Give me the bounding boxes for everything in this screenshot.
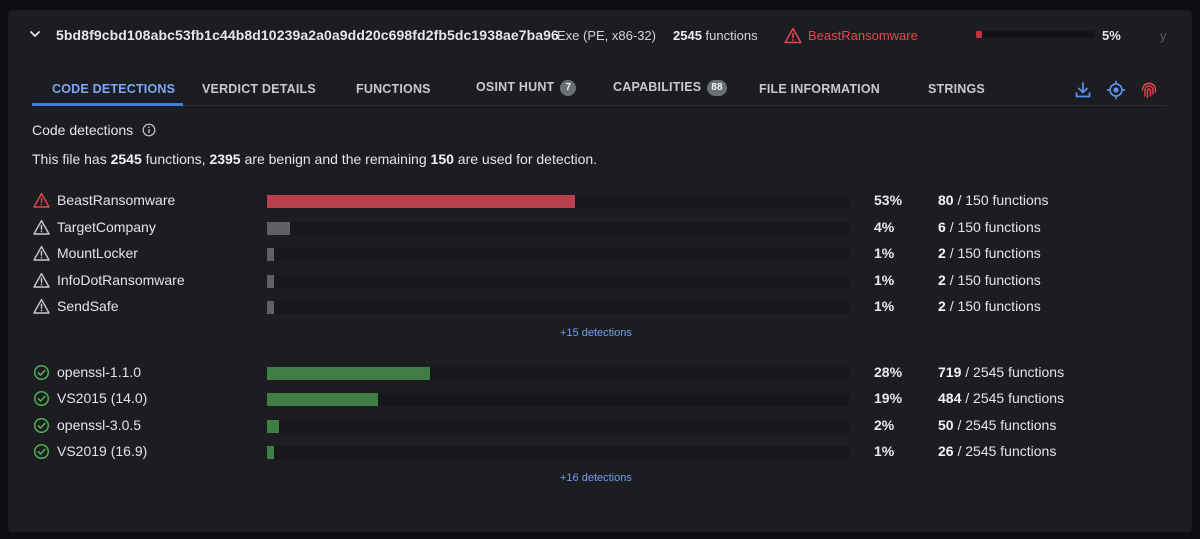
truncated-text: y [1160,28,1167,43]
detection-name: SendSafe [57,298,119,314]
more-detections-link[interactable]: +15 detections [560,327,632,339]
verdict-progress-bar [976,31,1094,38]
detection-name: TargetCompany [57,219,156,235]
detection-name: openssl-1.1.0 [57,364,142,380]
check-circle-icon [33,364,50,381]
download-icon[interactable] [1073,80,1093,100]
detection-percent: 28% [874,364,903,380]
section-title: Code detections [32,122,134,138]
detection-bar-track [267,420,849,433]
detection-function-count: 6 / 150 functions [938,219,1041,235]
detection-bar [267,195,576,208]
detection-function-count: 719 / 2545 functions [938,364,1065,380]
detection-name: openssl-3.0.5 [57,417,142,433]
detection-percent: 19% [874,390,903,406]
tab-osint-hunt[interactable]: OSINT HUNT 7 [476,80,577,96]
detection-percent: 1% [874,245,895,261]
warning-triangle-icon [33,245,50,262]
detection-function-count: 2 / 150 functions [938,272,1041,288]
detection-percent: 1% [874,443,895,459]
detection-bar [267,367,430,380]
detection-name: VS2019 (16.9) [57,443,148,459]
check-circle-icon [33,443,50,460]
fingerprint-icon[interactable] [1139,80,1159,100]
detection-row[interactable]: VS2019 (16.9) 1% 26 / 2545 functions [8,441,1192,463]
detection-percent: 4% [874,219,895,235]
detection-percent: 53% [874,192,903,208]
detection-row[interactable]: TargetCompany 4% 6 / 150 functions [8,217,1192,239]
detection-row[interactable]: BeastRansomware 53% 80 / 150 functions [8,190,1192,212]
detection-function-count: 26 / 2545 functions [938,443,1057,459]
detection-name: BeastRansomware [57,192,176,208]
detection-row[interactable]: MountLocker 1% 2 / 150 functions [8,243,1192,265]
detection-function-count: 484 / 2545 functions [938,390,1065,406]
analysis-panel: 5bd8f9cbd108abc53fb1c44b8d10239a2a0a9dd2… [8,10,1192,532]
detection-bar-track [267,393,849,406]
detection-row[interactable]: SendSafe 1% 2 / 150 functions [8,296,1192,318]
detection-name: VS2015 (14.0) [57,390,148,406]
file-type: Exe (PE, x86-32) [557,28,656,43]
detection-name: MountLocker [57,245,138,261]
verdict-label: BeastRansomware [808,28,918,43]
tab-code-detections[interactable]: CODE DETECTIONS [52,82,175,96]
detection-bar-track [267,301,849,314]
detection-row[interactable]: openssl-1.1.0 28% 719 / 2545 functions [8,362,1192,384]
tab-badge: 7 [560,80,577,96]
detection-function-count: 2 / 150 functions [938,298,1041,314]
detection-percent: 1% [874,298,895,314]
detection-bar-track [267,367,849,380]
active-tab-indicator [32,103,183,106]
tab-capabilities[interactable]: CAPABILITIES 88 [613,80,727,96]
tab-badge: 88 [707,80,727,96]
more-detections-link[interactable]: +16 detections [560,472,632,484]
detection-row[interactable]: InfoDotRansomware 1% 2 / 150 functions [8,270,1192,292]
detection-bar [267,301,274,314]
tab-file-information[interactable]: FILE INFORMATION [759,82,880,96]
tab-verdict-details[interactable]: VERDICT DETAILS [202,82,316,96]
detection-bar-track [267,248,849,261]
detection-bar [267,275,274,288]
chevron-down-icon[interactable] [27,26,43,42]
check-circle-icon [33,390,50,407]
warning-triangle-icon [33,272,50,289]
detection-function-count: 80 / 150 functions [938,192,1049,208]
detection-function-count: 2 / 150 functions [938,245,1041,261]
verdict-progress-fill [976,31,982,38]
info-icon[interactable] [142,123,156,137]
detection-bar-track [267,446,849,459]
tab-bar: CODE DETECTIONS VERDICT DETAILS FUNCTION… [32,76,1166,106]
function-count: 2545 functions [673,28,758,43]
tab-functions[interactable]: FUNCTIONS [356,82,431,96]
verdict-percent: 5% [1102,28,1121,43]
detection-summary: This file has 2545 functions, 2395 are b… [32,151,598,167]
detection-function-count: 50 / 2545 functions [938,417,1057,433]
warning-triangle-icon [784,27,802,44]
detection-bar [267,420,279,433]
warning-triangle-icon [33,219,50,236]
detection-bar [267,248,274,261]
sample-header[interactable]: 5bd8f9cbd108abc53fb1c44b8d10239a2a0a9dd2… [8,10,1192,60]
detection-percent: 2% [874,417,895,433]
detection-name: InfoDotRansomware [57,272,185,288]
detection-bar [267,222,291,235]
detection-row[interactable]: openssl-3.0.5 2% 50 / 2545 functions [8,415,1192,437]
warning-triangle-icon [33,298,50,315]
warning-triangle-icon [33,192,50,209]
detection-row[interactable]: VS2015 (14.0) 19% 484 / 2545 functions [8,388,1192,410]
detection-bar [267,393,378,406]
file-hash: 5bd8f9cbd108abc53fb1c44b8d10239a2a0a9dd2… [56,27,559,43]
detection-bar-track [267,195,849,208]
detection-percent: 1% [874,272,895,288]
detection-bar [267,446,274,459]
detection-bar-track [267,275,849,288]
target-icon[interactable] [1106,80,1126,100]
detection-bar-track [267,222,849,235]
check-circle-icon [33,417,50,434]
tab-strings[interactable]: STRINGS [928,82,985,96]
